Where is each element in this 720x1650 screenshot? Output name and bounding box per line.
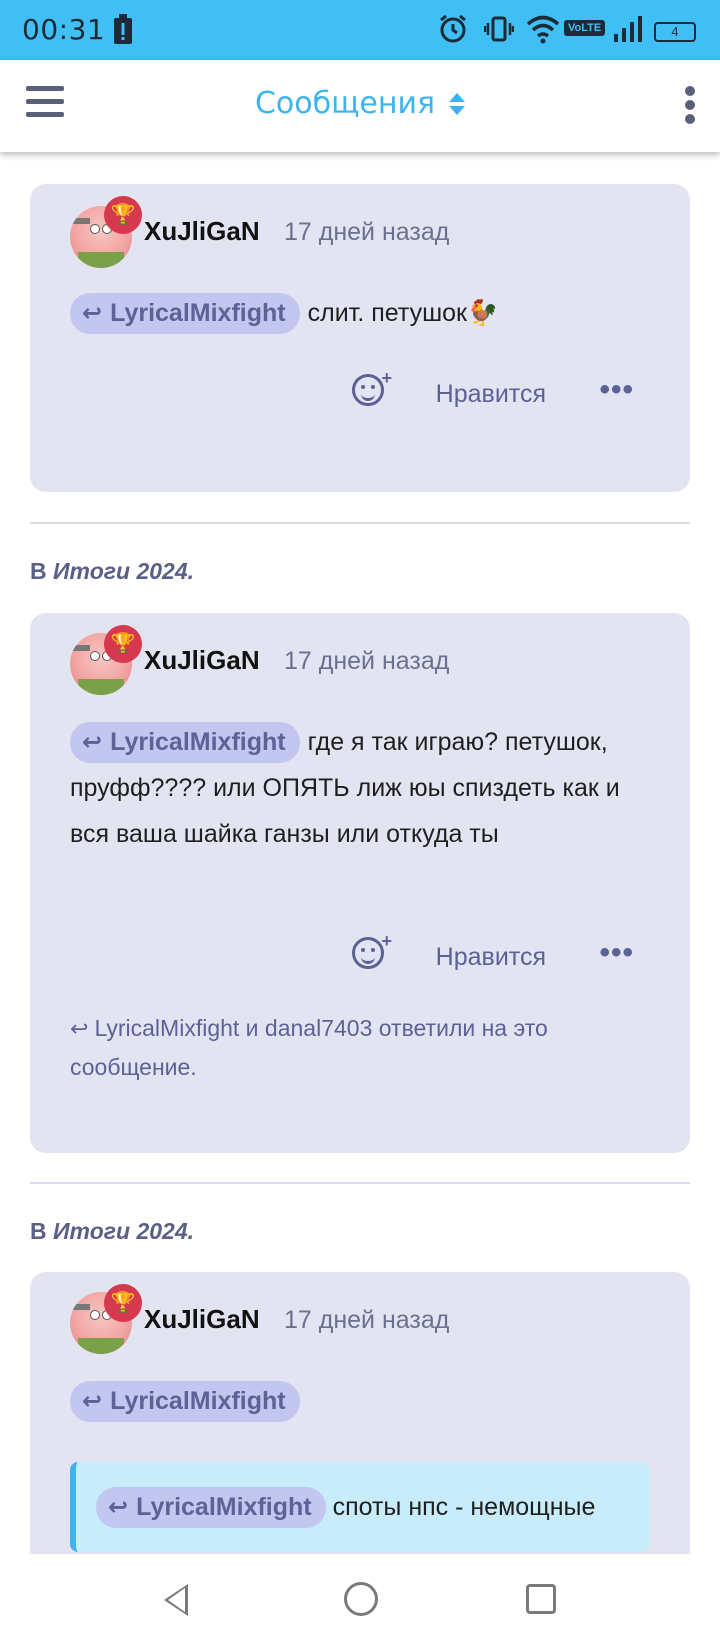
timestamp: 17 дней назад bbox=[284, 218, 450, 246]
message-text-row: ↩ LyricalMixfight слит. петушок🐓 bbox=[70, 290, 654, 336]
trophy-icon: 🏆 bbox=[104, 625, 142, 663]
back-icon[interactable] bbox=[164, 1584, 188, 1616]
add-reaction-icon[interactable] bbox=[352, 374, 384, 406]
app-bar: Сообщения bbox=[0, 60, 720, 152]
like-button[interactable]: Нравится bbox=[436, 380, 546, 409]
reply-to-chip[interactable]: ↩ LyricalMixfight bbox=[70, 293, 300, 334]
topic-context[interactable]: В Итоги 2024. bbox=[30, 558, 194, 585]
message-text-row: ↩ LyricalMixfight где я так играю? петушок… bbox=[70, 719, 654, 857]
reply-icon: ↩ bbox=[82, 300, 103, 327]
page-title: Сообщения bbox=[254, 86, 436, 121]
timestamp: 17 дней назад bbox=[284, 647, 450, 675]
trophy-icon: 🏆 bbox=[104, 196, 142, 234]
divider bbox=[30, 522, 690, 524]
divider bbox=[30, 1182, 690, 1184]
like-button[interactable]: Нравится bbox=[436, 943, 546, 972]
quoted-message: ↩ LyricalMixfight споты нпс - немощные bbox=[70, 1462, 650, 1552]
message-card: 🏆 XuJliGaN 17 дней назад ↩ LyricalMixfigh… bbox=[30, 613, 690, 1153]
more-options-icon[interactable] bbox=[684, 86, 696, 126]
title-dropdown[interactable]: Сообщения bbox=[0, 86, 720, 121]
add-reaction-icon[interactable] bbox=[352, 937, 384, 969]
signal-icon bbox=[614, 16, 642, 42]
username[interactable]: XuJliGaN bbox=[144, 216, 260, 247]
alarm-icon bbox=[440, 14, 466, 43]
reply-to-chip[interactable]: ↩ LyricalMixfight bbox=[70, 722, 300, 763]
message-actions: + Нравится ••• bbox=[334, 368, 634, 410]
reply-icon: ↩ bbox=[82, 1388, 103, 1415]
trophy-icon: 🏆 bbox=[104, 1284, 142, 1322]
more-actions-button[interactable]: ••• bbox=[599, 375, 634, 405]
reply-icon: ↩ bbox=[82, 729, 103, 756]
wifi-icon bbox=[526, 15, 560, 44]
more-actions-button[interactable]: ••• bbox=[599, 938, 634, 968]
topic-context[interactable]: В Итоги 2024. bbox=[30, 1218, 194, 1245]
timestamp: 17 дней назад bbox=[284, 1306, 450, 1334]
reply-icon: ↩ bbox=[70, 1016, 89, 1041]
vibrate-icon bbox=[484, 16, 514, 42]
username[interactable]: XuJliGaN bbox=[144, 1304, 260, 1335]
message-actions: + Нравится ••• bbox=[334, 931, 634, 973]
message-text-row: ↩ LyricalMixfight bbox=[70, 1378, 654, 1424]
message-card: 🏆 XuJliGaN 17 дней назад ↩ LyricalMixfigh… bbox=[30, 1272, 690, 1554]
sort-icon bbox=[449, 91, 466, 117]
recent-apps-icon[interactable] bbox=[526, 1584, 556, 1614]
alert-icon bbox=[114, 14, 132, 44]
message-text: слит. петушок🐓 bbox=[307, 299, 499, 327]
reply-to-chip[interactable]: ↩ LyricalMixfight bbox=[96, 1487, 326, 1528]
status-time: 00:31 bbox=[22, 13, 106, 46]
reply-icon: ↩ bbox=[108, 1494, 129, 1521]
volte-icon: VoLTE bbox=[564, 20, 606, 36]
battery-icon: 4 bbox=[654, 22, 696, 42]
message-list: 🏆 XuJliGaN 17 дней назад ↩ LyricalMixfigh… bbox=[0, 152, 720, 1554]
message-card: 🏆 XuJliGaN 17 дней назад ↩ LyricalMixfigh… bbox=[30, 184, 690, 492]
quote-text: споты нпс - немощные bbox=[332, 1493, 596, 1521]
replies-notice[interactable]: ↩ LyricalMixfight и danal7403 ответили на… bbox=[70, 1009, 650, 1086]
reply-to-chip[interactable]: ↩ LyricalMixfight bbox=[70, 1381, 300, 1422]
username[interactable]: XuJliGaN bbox=[144, 645, 260, 676]
status-bar: 00:31 VoLTE 4 bbox=[0, 0, 720, 60]
home-icon[interactable] bbox=[344, 1582, 378, 1616]
system-nav-bar bbox=[0, 1554, 720, 1650]
